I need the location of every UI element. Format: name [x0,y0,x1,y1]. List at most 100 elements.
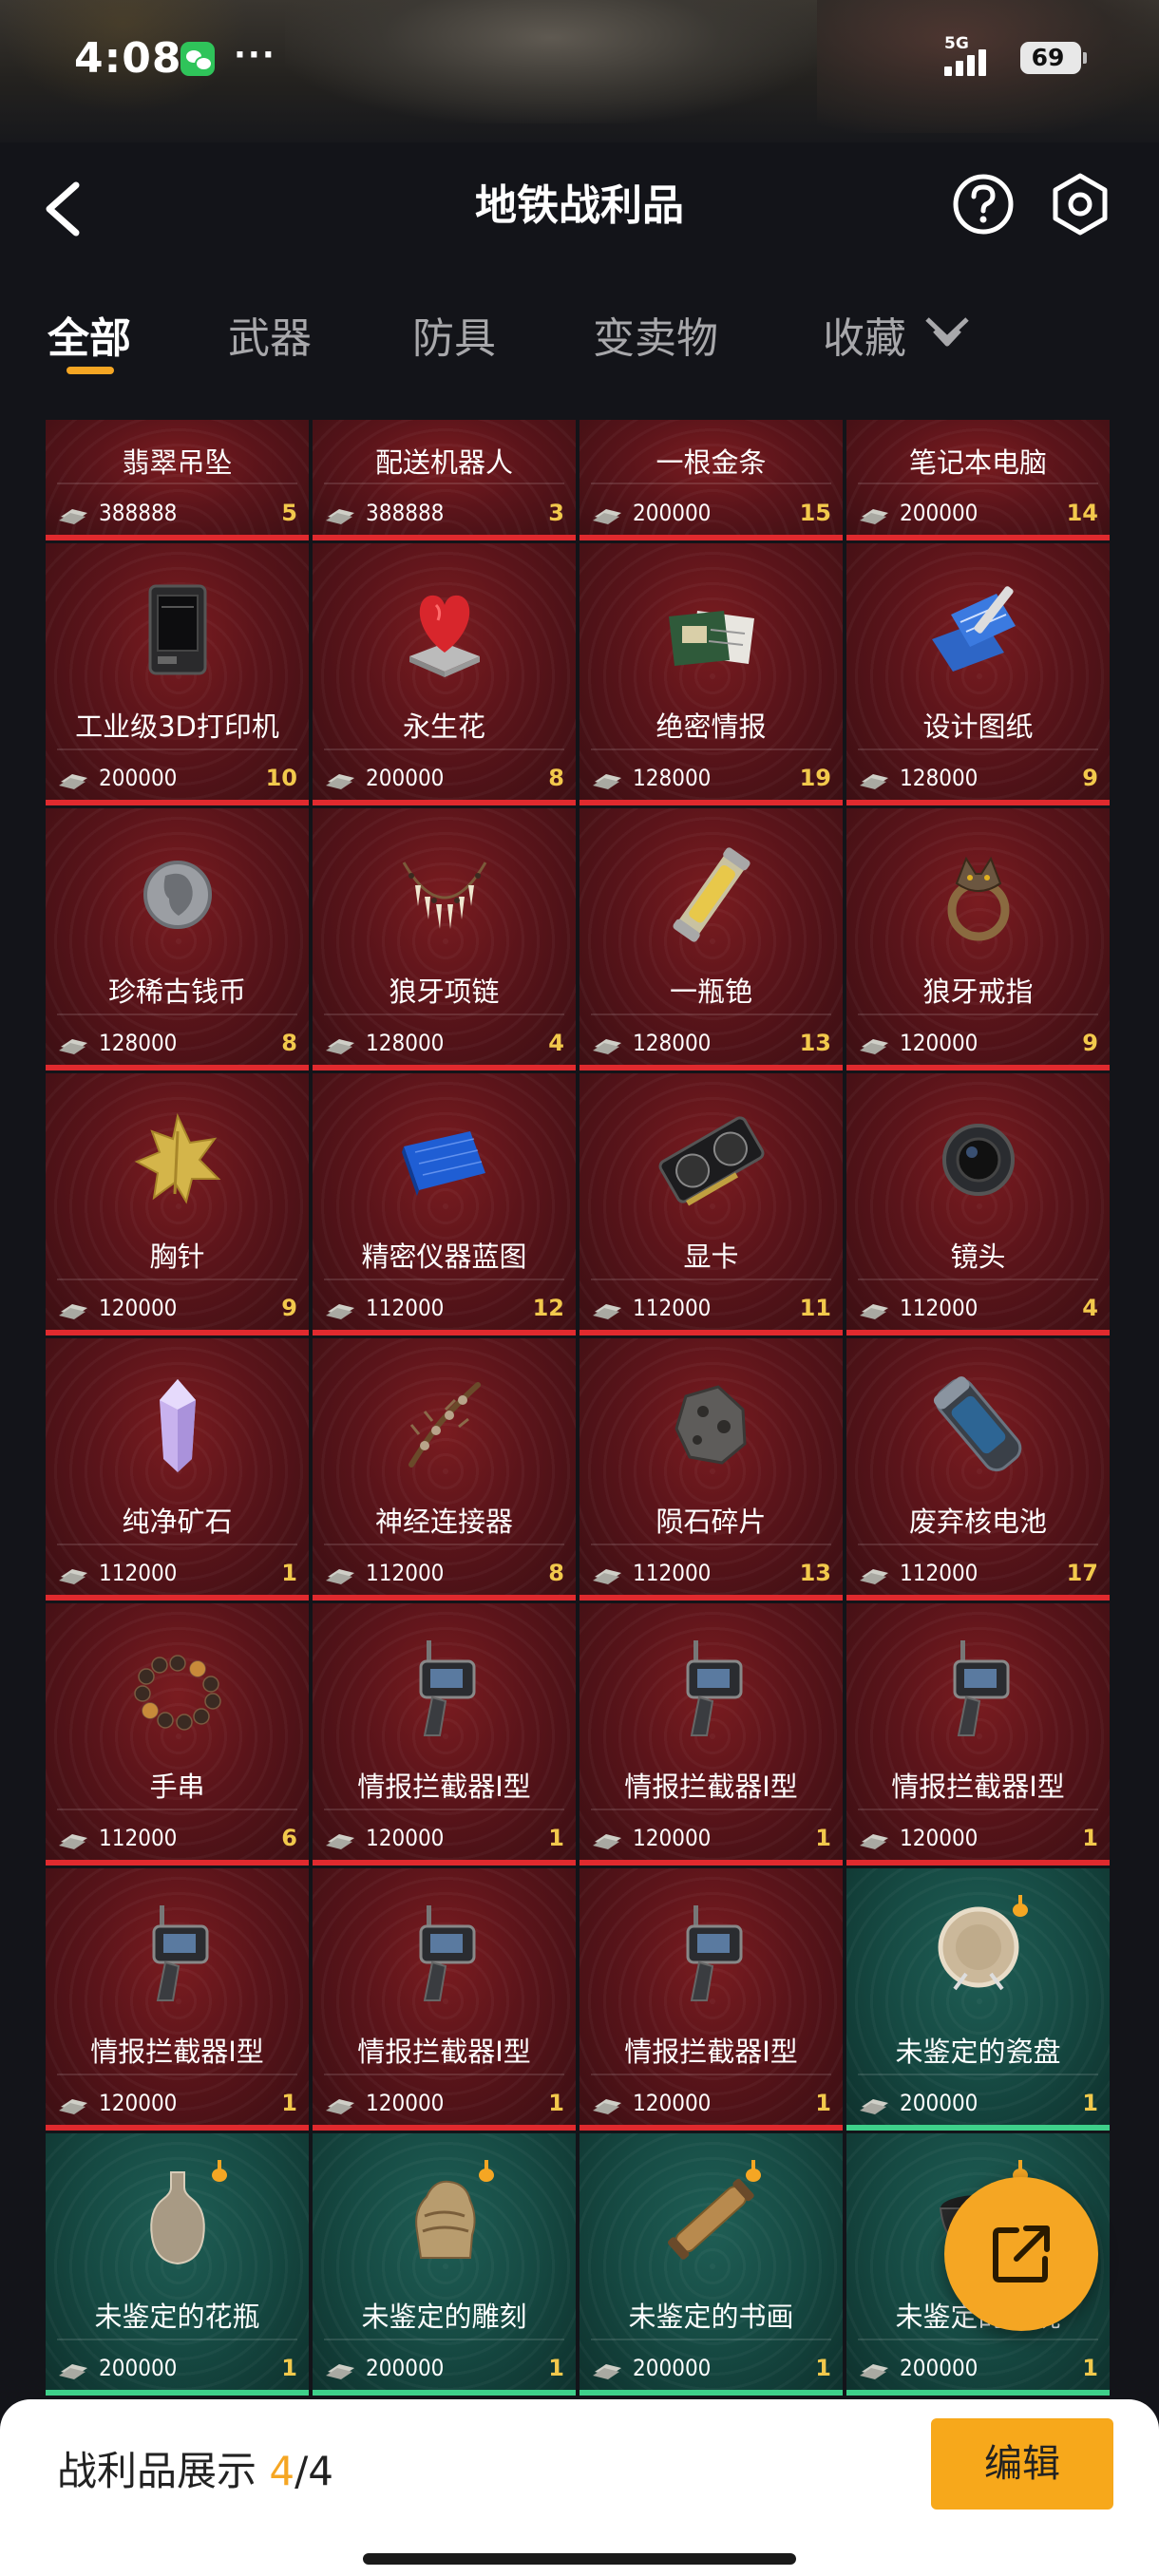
tab-armor[interactable]: 防具 [412,304,496,365]
neural-connector-icon [408,1382,481,1468]
unidentified-marker-icon [746,2160,761,2182]
loot-count: 10 [265,765,297,791]
loot-card[interactable]: 永生花 200000 8 [313,543,576,805]
network-type: 5G [944,34,969,53]
loot-price: 112000 [366,1560,445,1586]
loot-card[interactable]: 纯净矿石 112000 1 [46,1338,309,1601]
graphics-card-icon [658,1116,764,1206]
loot-count: 3 [548,500,564,526]
loot-card[interactable]: 狼牙项链 128000 4 [313,808,576,1070]
cash-icon [326,1834,354,1849]
loot-card[interactable]: 未鉴定的雕刻 200000 1 [313,2133,576,2396]
tab-weapons[interactable]: 武器 [228,304,312,365]
cash-icon [593,2099,621,2114]
loot-card[interactable]: 绝密情报 128000 19 [580,543,843,805]
loot-card[interactable]: 未鉴定的书画 200000 1 [580,2133,843,2396]
showcase-current: 4 [269,2448,295,2494]
loot-card[interactable]: 情报拦截器I型 120000 1 [313,1603,576,1866]
loot-price: 128000 [900,765,978,791]
tab-favorites[interactable]: 收藏 [823,304,906,365]
loot-name: 狼牙项链 [389,975,500,1008]
loot-card[interactable]: 情报拦截器I型 120000 1 [313,1868,576,2131]
loot-price: 128000 [366,1030,445,1056]
loot-name: 手串 [149,1771,205,1803]
loot-card[interactable]: 笔记本电脑 200000 14 [846,420,1110,540]
cash-icon [860,774,888,789]
loot-card[interactable]: 情报拦截器I型 120000 1 [46,1868,309,2131]
tab-all[interactable]: 全部 [48,304,131,365]
loot-name: 绝密情报 [656,710,767,743]
loot-card[interactable]: 情报拦截器I型 120000 1 [846,1603,1110,1866]
wechat-icon [180,42,215,76]
loot-name: 陨石碎片 [656,1506,767,1538]
loot-price: 120000 [366,2090,445,2116]
cash-icon [593,509,621,524]
intercept-device-icon [419,1905,475,2001]
loot-count: 8 [548,1560,564,1586]
cash-icon [860,2364,888,2379]
home-indicator [363,2553,796,2565]
loot-name: 珍稀古钱币 [107,975,246,1008]
loot-card[interactable]: 神经连接器 112000 8 [313,1338,576,1601]
loot-price: 120000 [900,1030,978,1056]
cash-icon [326,509,354,524]
loot-price: 388888 [366,500,445,526]
share-button[interactable] [944,2177,1098,2331]
loot-card[interactable]: 手串 112000 6 [46,1603,309,1866]
settings-button[interactable] [1047,171,1113,237]
loot-price: 200000 [633,500,712,526]
loot-card[interactable]: 未鉴定的瓷盘 200000 1 [846,1868,1110,2131]
nuclear-battery-icon [933,1376,1021,1472]
loot-grid: 翡翠吊坠 388888 5 配送机器人 388888 3 一根金条 200000 15 笔记本电脑… [46,420,1113,2415]
loot-card[interactable]: 胸针 120000 9 [46,1073,309,1335]
loot-card[interactable]: 废弃核电池 112000 17 [846,1338,1110,1601]
loot-card[interactable]: 陨石碎片 112000 13 [580,1338,843,1601]
loot-name: 精密仪器蓝图 [361,1241,527,1273]
help-button[interactable] [950,171,1016,237]
loot-card[interactable]: 一根金条 200000 15 [580,420,843,540]
loot-price: 112000 [99,1560,178,1586]
loot-card[interactable]: 未鉴定的花瓶 200000 1 [46,2133,309,2396]
loot-card[interactable]: 配送机器人 388888 3 [313,420,576,540]
loot-name: 翡翠吊坠 [122,446,233,479]
double-chevron-down-icon[interactable] [923,313,971,351]
loot-card[interactable]: 情报拦截器I型 120000 1 [580,1868,843,2131]
cash-icon [326,2099,354,2114]
cash-icon [59,1569,87,1584]
loot-price: 120000 [633,2090,712,2116]
loot-price: 200000 [900,2355,978,2381]
loot-name: 显卡 [683,1241,739,1273]
loot-count: 1 [548,2090,564,2116]
help-icon [953,174,1014,235]
loot-card[interactable]: 一瓶铯 128000 13 [580,808,843,1070]
loot-price: 120000 [633,1825,712,1851]
cash-icon [326,774,354,789]
loot-count: 1 [1082,1825,1098,1851]
intercept-device-icon [686,1905,742,2001]
loot-price: 120000 [99,2090,178,2116]
loot-card[interactable]: 工业级3D打印机 200000 10 [46,543,309,805]
loot-count: 8 [548,765,564,791]
tab-sellables[interactable]: 变卖物 [593,304,718,365]
loot-card[interactable]: 显卡 112000 11 [580,1073,843,1335]
loot-price: 200000 [99,2355,178,2381]
bottom-sheet: 战利品展示 4/4 编辑 [0,2399,1159,2576]
loot-card[interactable]: 情报拦截器I型 120000 1 [580,1603,843,1866]
loot-card[interactable]: 翡翠吊坠 388888 5 [46,420,309,540]
loot-count: 1 [548,1825,564,1851]
edit-button[interactable]: 编辑 [931,2418,1113,2510]
cash-icon [326,1304,354,1319]
loot-card[interactable]: 设计图纸 128000 9 [846,543,1110,805]
loot-count: 17 [1066,1560,1098,1586]
loot-name: 未鉴定的瓷盘 [895,2036,1061,2068]
loot-card[interactable]: 镜头 112000 4 [846,1073,1110,1335]
loot-card[interactable]: 珍稀古钱币 128000 8 [46,808,309,1070]
loot-card[interactable]: 狼牙戒指 120000 9 [846,808,1110,1070]
loot-name: 未鉴定的书画 [628,2301,794,2333]
cash-icon [593,1834,621,1849]
cash-icon [860,1569,888,1584]
battery-icon: 69 [1020,42,1087,74]
unidentified-marker-icon [212,2160,227,2182]
loot-card[interactable]: 精密仪器蓝图 112000 12 [313,1073,576,1335]
loot-count: 6 [281,1825,297,1851]
